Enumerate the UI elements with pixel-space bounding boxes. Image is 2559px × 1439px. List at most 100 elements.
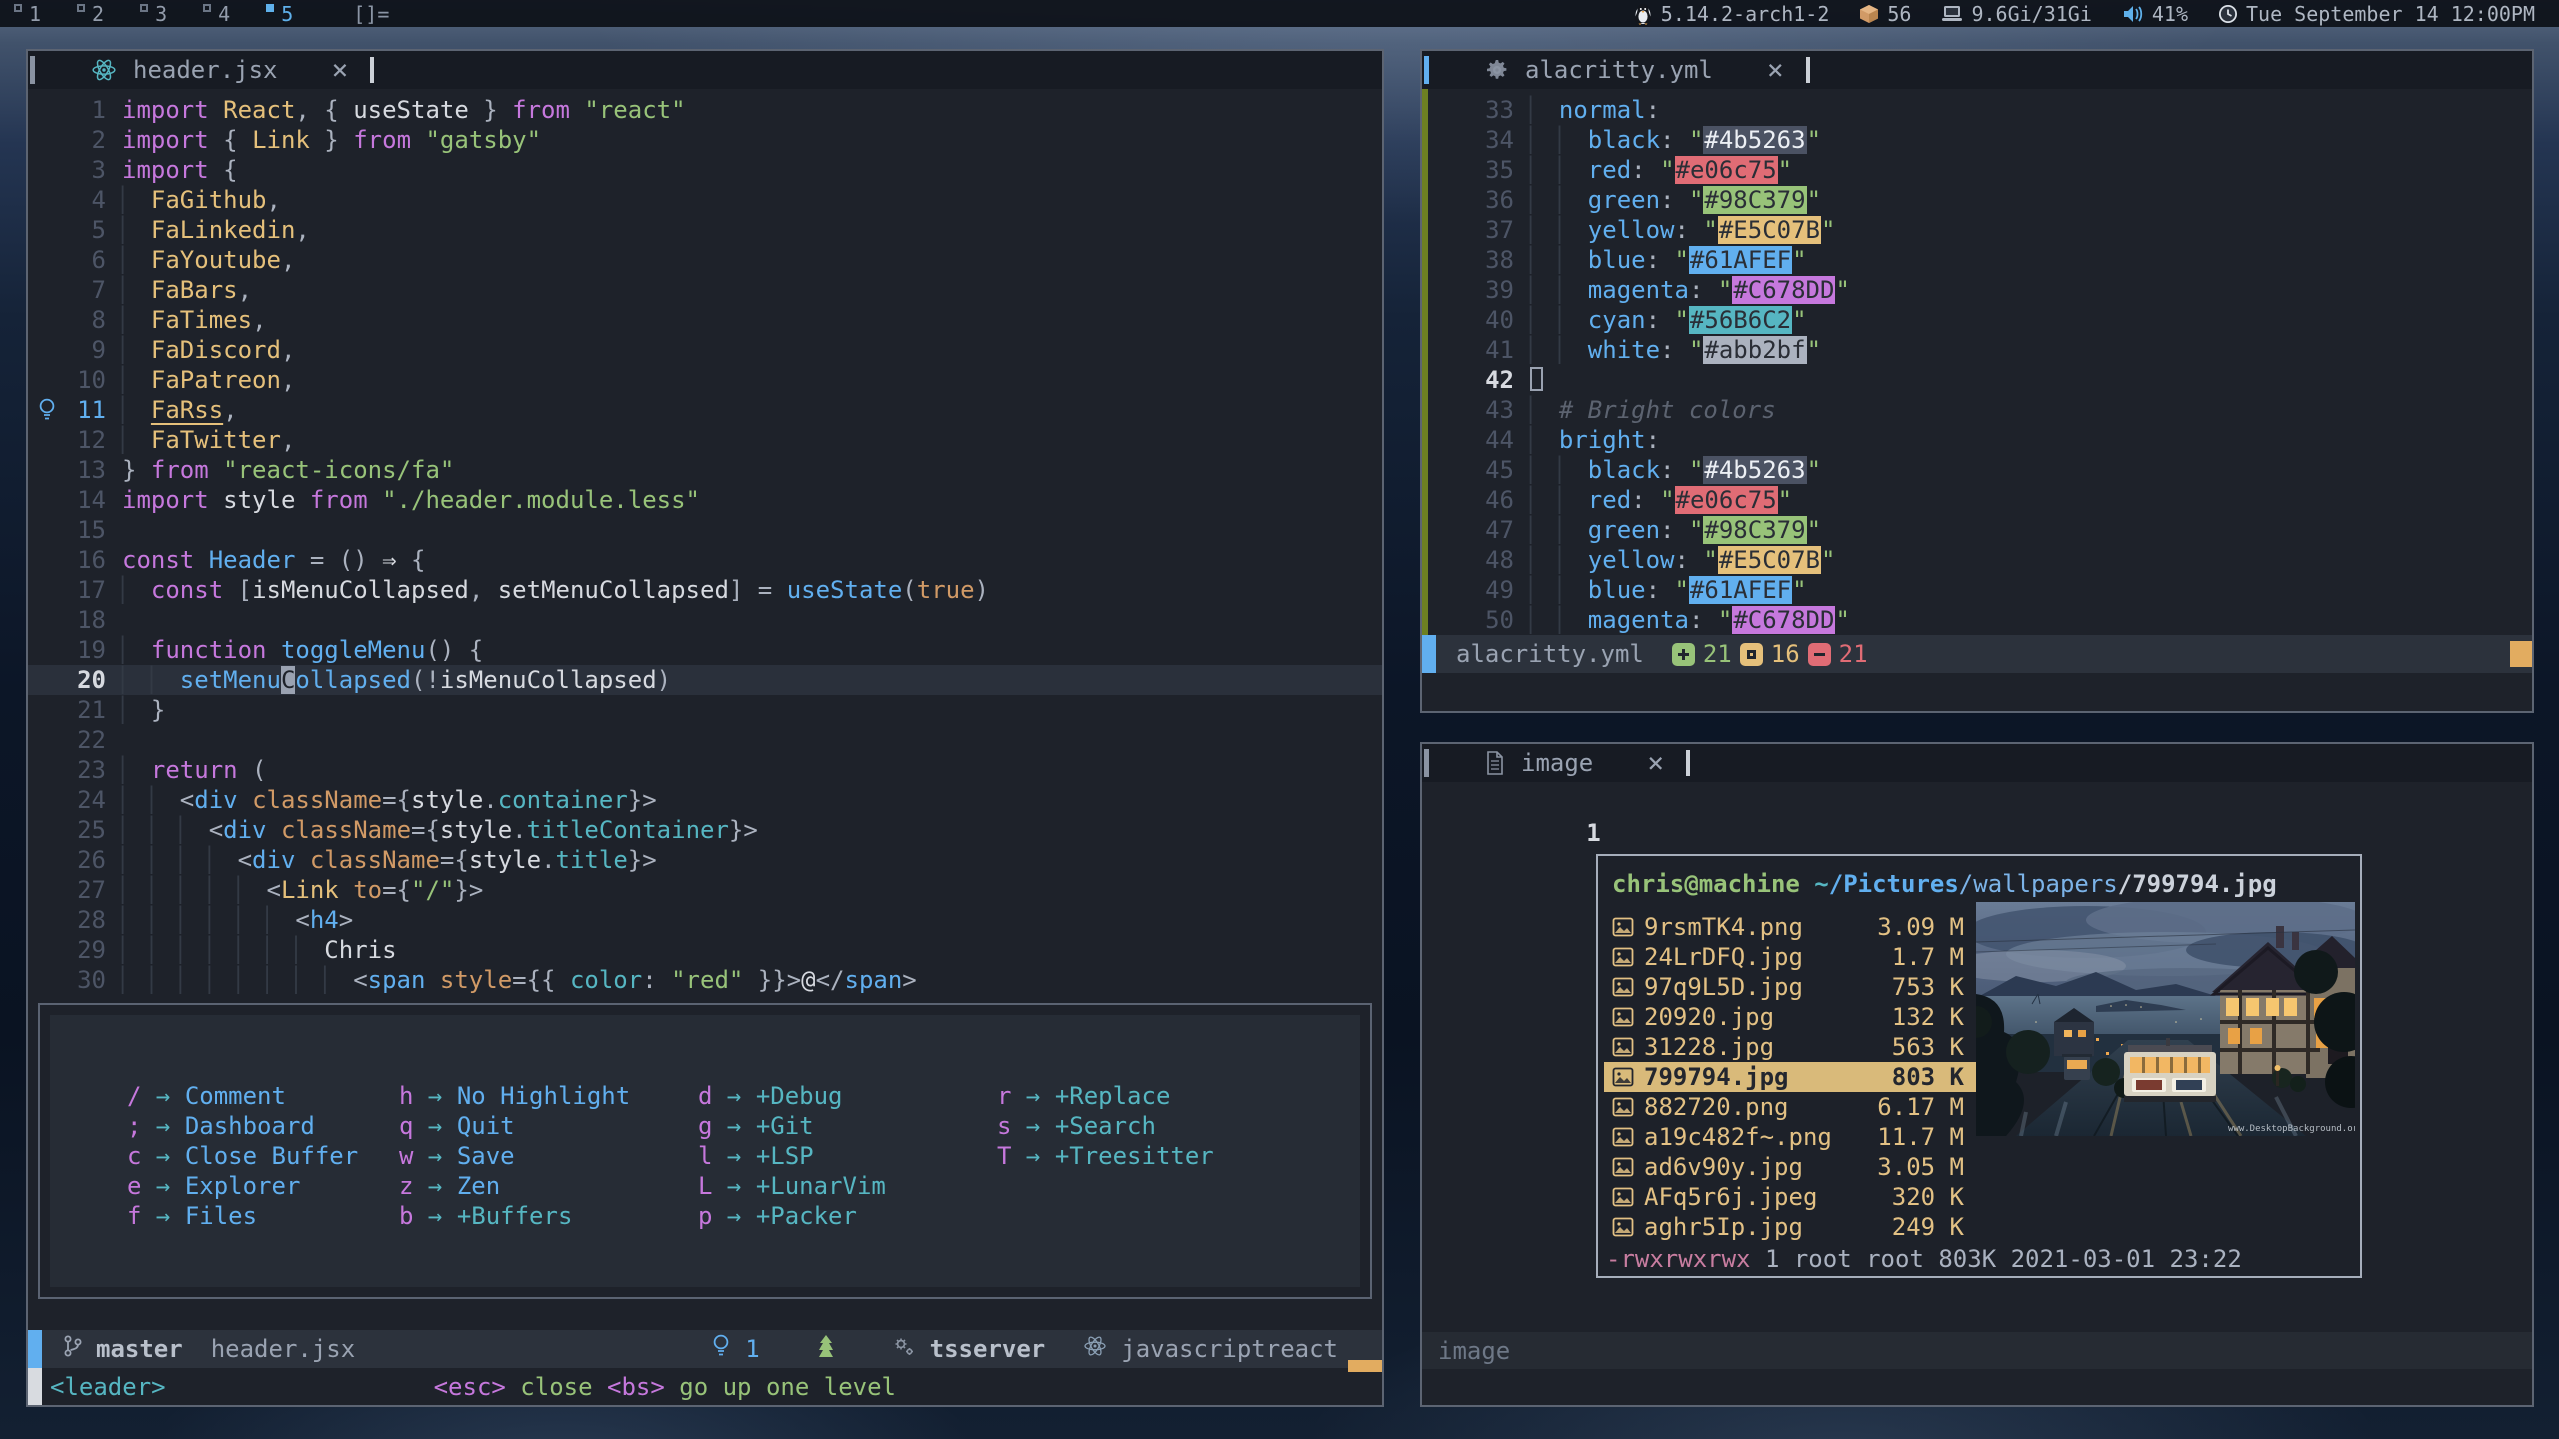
code-line[interactable]: 48▏ ▏ yellow: "#E5C07B" xyxy=(1422,545,2532,575)
code-line[interactable]: 25▏ ▏ ▏ <div className={style.titleConta… xyxy=(28,815,1382,845)
code-line[interactable]: 10▏ FaPatreon, xyxy=(28,365,1382,395)
file-list[interactable]: 9rsmTK4.png3.09 M24LrDFQ.jpg1.7 M97q9L5D… xyxy=(1604,912,1976,1242)
code-buffer[interactable]: 1import React, { useState } from "react"… xyxy=(28,89,1382,1003)
file-row[interactable]: a19c482f~.png11.7 M xyxy=(1604,1122,1976,1152)
whichkey-binding[interactable]: g → +Git xyxy=(698,1111,886,1141)
code-line[interactable]: 43▏ # Bright colors xyxy=(1422,395,2532,425)
whichkey-binding[interactable]: s → +Search xyxy=(997,1111,1214,1141)
code-line[interactable]: 36▏ ▏ green: "#98C379" xyxy=(1422,185,2532,215)
code-line[interactable]: 39▏ ▏ magenta: "#C678DD" xyxy=(1422,275,2532,305)
whichkey-binding[interactable]: T → +Treesitter xyxy=(997,1141,1214,1171)
code-line[interactable]: 5▏ FaLinkedin, xyxy=(28,215,1382,245)
code-line[interactable]: 46▏ ▏ red: "#e06c75" xyxy=(1422,485,2532,515)
code-line[interactable]: 29▏ ▏ ▏ ▏ ▏ ▏ ▏ Chris xyxy=(28,935,1382,965)
code-line[interactable]: 18 xyxy=(28,605,1382,635)
code-line[interactable]: 14import style from "./header.module.les… xyxy=(28,485,1382,515)
whichkey-binding[interactable]: b → +Buffers xyxy=(399,1201,630,1231)
code-line[interactable]: 11▏ FaRss, xyxy=(28,395,1382,425)
arrow-right-icon: → xyxy=(141,1112,184,1140)
whichkey-binding[interactable]: h → No Highlight xyxy=(399,1081,630,1111)
code-line[interactable]: 12▏ FaTwitter, xyxy=(28,425,1382,455)
code-line[interactable]: 15 xyxy=(28,515,1382,545)
code-line[interactable]: 42 xyxy=(1422,365,2532,395)
command-line[interactable]: <leader> <esc> close <bs> go up one leve… xyxy=(28,1368,1382,1405)
code-line[interactable]: 35▏ ▏ red: "#e06c75" xyxy=(1422,155,2532,185)
file-row[interactable]: 799794.jpg803 K xyxy=(1604,1062,1976,1092)
code-line[interactable]: 44▏ bright: xyxy=(1422,425,2532,455)
whichkey-binding[interactable]: w → Save xyxy=(399,1141,630,1171)
whichkey-binding[interactable]: / → Comment xyxy=(127,1081,358,1111)
code-line[interactable]: 27▏ ▏ ▏ ▏ ▏ <Link to={"/"}> xyxy=(28,875,1382,905)
code-line[interactable]: 22 xyxy=(28,725,1382,755)
code-line[interactable]: 4▏ FaGithub, xyxy=(28,185,1382,215)
tab-close-icon[interactable]: × xyxy=(1647,749,1664,777)
tab-alacritty[interactable]: alacritty.yml × xyxy=(1429,51,1784,89)
memory-status: 9.6Gi/31Gi xyxy=(1941,2,2091,26)
workspace-button-3[interactable]: 3 xyxy=(140,2,167,26)
tab-close-icon[interactable]: × xyxy=(1767,56,1784,84)
image-file-icon xyxy=(1612,1187,1634,1207)
line-number: 15 xyxy=(28,515,106,545)
code-line[interactable]: 9▏ FaDiscord, xyxy=(28,335,1382,365)
line-number: 22 xyxy=(28,725,106,755)
line-number: 35 xyxy=(1422,155,1514,185)
whichkey-binding[interactable]: p → +Packer xyxy=(698,1201,886,1231)
file-row[interactable]: 24LrDFQ.jpg1.7 M xyxy=(1604,942,1976,972)
whichkey-binding[interactable]: q → Quit xyxy=(399,1111,630,1141)
whichkey-binding[interactable]: L → +LunarVim xyxy=(698,1171,886,1201)
code-line[interactable]: 23▏ return ( xyxy=(28,755,1382,785)
code-line[interactable]: 47▏ ▏ green: "#98C379" xyxy=(1422,515,2532,545)
file-size: 563 K xyxy=(1858,1032,1976,1062)
file-row[interactable]: 20920.jpg132 K xyxy=(1604,1002,1976,1032)
code-line[interactable]: 2import { Link } from "gatsby" xyxy=(28,125,1382,155)
code-line[interactable]: 37▏ ▏ yellow: "#E5C07B" xyxy=(1422,215,2532,245)
file-row[interactable]: AFq5r6j.jpeg320 K xyxy=(1604,1182,1976,1212)
code-line[interactable]: 3import { xyxy=(28,155,1382,185)
code-line[interactable]: 8▏ FaTimes, xyxy=(28,305,1382,335)
code-line[interactable]: 30▏ ▏ ▏ ▏ ▏ ▏ ▏ ▏ <span style={{ color: … xyxy=(28,965,1382,995)
code-line[interactable]: 38▏ ▏ blue: "#61AFEF" xyxy=(1422,245,2532,275)
whichkey-binding[interactable]: l → +LSP xyxy=(698,1141,886,1171)
code-line[interactable]: 24▏ ▏ <div className={style.container}> xyxy=(28,785,1382,815)
whichkey-binding[interactable]: d → +Debug xyxy=(698,1081,886,1111)
code-line[interactable]: 33▏ normal: xyxy=(1422,95,2532,125)
whichkey-binding[interactable]: e → Explorer xyxy=(127,1171,358,1201)
code-line[interactable]: 49▏ ▏ blue: "#61AFEF" xyxy=(1422,575,2532,605)
file-row[interactable]: 9rsmTK4.png3.09 M xyxy=(1604,912,1976,942)
workspace-button-5[interactable]: 5 xyxy=(266,2,293,26)
code-line[interactable]: 19▏ function toggleMenu() { xyxy=(28,635,1382,665)
code-line[interactable]: 21▏ } xyxy=(28,695,1382,725)
tab-image[interactable]: image × xyxy=(1429,744,1664,782)
file-manager-float: chris@machine ~/Pictures/wallpapers/7997… xyxy=(1596,854,2362,1278)
code-line[interactable]: 1import React, { useState } from "react" xyxy=(28,95,1382,125)
code-line[interactable]: 6▏ FaYoutube, xyxy=(28,245,1382,275)
code-line[interactable]: 7▏ FaBars, xyxy=(28,275,1382,305)
code-line[interactable]: 20▏ ▏ setMenuCollapsed(!isMenuCollapsed) xyxy=(28,665,1382,695)
workspace-button-4[interactable]: 4 xyxy=(203,2,230,26)
workspace-button-1[interactable]: 1 xyxy=(14,2,41,26)
whichkey-binding[interactable]: ; → Dashboard xyxy=(127,1111,358,1141)
code-line[interactable]: 17▏ const [isMenuCollapsed, setMenuColla… xyxy=(28,575,1382,605)
code-buffer[interactable]: 33▏ normal:34▏ ▏ black: "#4b5263"35▏ ▏ r… xyxy=(1422,89,2532,635)
whichkey-binding[interactable]: c → Close Buffer xyxy=(127,1141,358,1171)
whichkey-binding[interactable]: f → Files xyxy=(127,1201,358,1231)
file-row[interactable]: ad6v90y.jpg3.05 M xyxy=(1604,1152,1976,1182)
workspace-button-2[interactable]: 2 xyxy=(77,2,104,26)
tab-close-icon[interactable]: × xyxy=(332,56,349,84)
code-line[interactable]: 16const Header = () ⇒ { xyxy=(28,545,1382,575)
file-row[interactable]: 97q9L5D.jpg753 K xyxy=(1604,972,1976,1002)
whichkey-binding[interactable]: z → Zen xyxy=(399,1171,630,1201)
file-row[interactable]: 31228.jpg563 K xyxy=(1604,1032,1976,1062)
code-line[interactable]: 45▏ ▏ black: "#4b5263" xyxy=(1422,455,2532,485)
whichkey-binding[interactable]: r → +Replace xyxy=(997,1081,1214,1111)
file-row[interactable]: 882720.png6.17 M xyxy=(1604,1092,1976,1122)
code-line[interactable]: 13} from "react-icons/fa" xyxy=(28,455,1382,485)
code-line[interactable]: 28▏ ▏ ▏ ▏ ▏ ▏ <h4> xyxy=(28,905,1382,935)
code-line[interactable]: 50▏ ▏ magenta: "#C678DD" xyxy=(1422,605,2532,635)
code-line[interactable]: 26▏ ▏ ▏ ▏ <div className={style.title}> xyxy=(28,845,1382,875)
code-line[interactable]: 34▏ ▏ black: "#4b5263" xyxy=(1422,125,2532,155)
code-line[interactable]: 40▏ ▏ cyan: "#56B6C2" xyxy=(1422,305,2532,335)
tab-headerjsx[interactable]: header.jsx × xyxy=(35,51,348,89)
code-line[interactable]: 41▏ ▏ white: "#abb2bf" xyxy=(1422,335,2532,365)
file-row[interactable]: aghr5Ip.jpg249 K xyxy=(1604,1212,1976,1242)
